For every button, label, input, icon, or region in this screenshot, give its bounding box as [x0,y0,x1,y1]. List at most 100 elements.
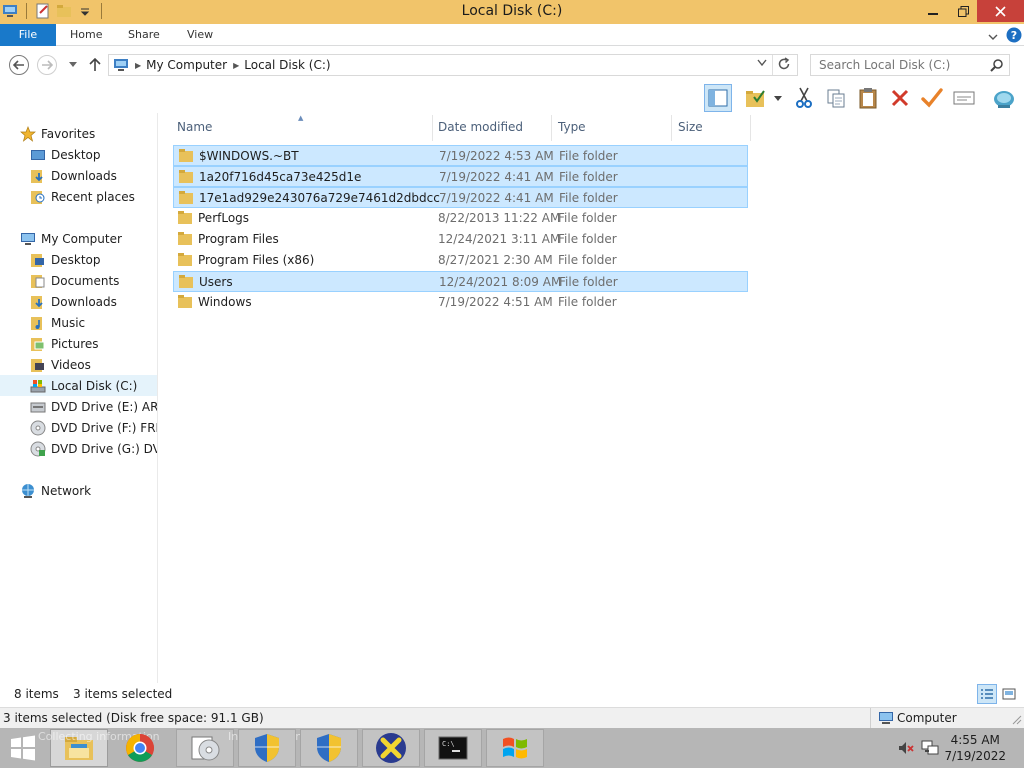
column-divider[interactable] [750,115,751,141]
start-button[interactable] [0,729,46,767]
local-disk-icon [30,378,46,394]
column-header-date-modified[interactable]: Date modified [438,120,523,134]
nav-network[interactable]: Network [0,480,158,501]
expand-ribbon-icon[interactable] [988,30,998,44]
nav-computer-documents[interactable]: Documents [0,270,158,291]
nav-label: DVD Drive (E:) ARMF [51,399,158,414]
nav-my-computer[interactable]: My Computer [0,228,158,249]
address-dropdown-icon[interactable] [757,59,767,69]
network-share-button[interactable] [990,84,1018,112]
nav-computer-downloads[interactable]: Downloads [0,291,158,312]
forward-button[interactable] [37,55,57,75]
nav-computer-dvd-f[interactable]: DVD Drive (F:) FRMC [0,417,158,438]
taskbar-uac-2[interactable] [300,729,358,767]
help-icon[interactable]: ? [1006,27,1022,46]
file-row-windows-bt[interactable]: $WINDOWS.~BT 7/19/2022 4:53 AM File fold… [173,145,748,166]
breadcrumb-my-computer[interactable]: My Computer [146,58,227,72]
nav-computer-dvd-g[interactable]: DVD Drive (G:) DVD_ [0,438,158,459]
tab-file[interactable]: File [0,24,56,46]
chrome-icon [126,734,154,762]
tab-share[interactable]: Share [128,24,160,46]
preview-pane-button[interactable] [704,84,732,112]
maximize-button[interactable] [948,0,978,22]
paste-button[interactable] [854,84,882,112]
shield-icon [317,734,341,762]
column-header-type[interactable]: Type [558,120,586,134]
file-date: 8/27/2021 2:30 AM [438,253,553,267]
breadcrumb-local-disk[interactable]: Local Disk (C:) [244,58,330,72]
file-row-1a20f716[interactable]: 1a20f716d45ca73e425d1e 7/19/2022 4:41 AM… [173,166,748,187]
minimize-button[interactable] [918,0,948,22]
nav-computer-pictures[interactable]: Pictures [0,333,158,354]
delete-button[interactable] [886,84,914,112]
search-input[interactable] [811,55,981,75]
nav-computer-local-disk[interactable]: Local Disk (C:) [0,375,158,396]
nav-label: Desktop [51,252,101,267]
nav-computer-music[interactable]: Music [0,312,158,333]
column-divider[interactable] [432,115,433,141]
file-row-perflogs[interactable]: PerfLogs 8/22/2013 11:22 AM File folder [173,208,748,229]
network-status-icon[interactable] [921,740,939,759]
folder-icon [178,253,192,269]
nav-computer-dvd-e[interactable]: DVD Drive (E:) ARMF [0,396,158,417]
file-row-windows[interactable]: Windows 7/19/2022 4:51 AM File folder [173,292,748,313]
column-header-name[interactable]: Name [177,120,212,134]
breadcrumb-separator-icon[interactable]: ▶ [233,61,239,70]
resize-grip-icon[interactable] [1012,714,1022,728]
search-box[interactable] [810,54,1010,76]
tab-view[interactable]: View [187,24,213,46]
cut-button[interactable] [790,84,818,112]
back-button[interactable] [9,55,29,75]
file-name: 1a20f716d45ca73e425d1e [199,170,362,184]
nav-favorites-recent-places[interactable]: Recent places [0,186,158,207]
pictures-folder-icon [30,336,46,352]
rename-button[interactable] [918,84,946,112]
pane-divider[interactable] [157,113,158,683]
taskbar-uac-1[interactable] [238,729,296,767]
tab-home[interactable]: Home [70,24,102,46]
nav-label: Videos [51,357,91,372]
folder-options-dropdown[interactable] [770,84,786,112]
nav-computer-desktop[interactable]: Desktop [0,249,158,270]
taskbar-file-explorer[interactable] [50,729,108,767]
column-divider[interactable] [551,115,552,141]
nav-favorites[interactable]: Favorites [0,123,158,144]
taskbar-x-app[interactable] [362,729,420,767]
properties-button[interactable] [950,84,978,112]
command-toolbar [0,83,1024,113]
nav-label: Favorites [41,126,96,141]
restore-icon [957,5,969,17]
close-button[interactable] [977,0,1024,22]
nav-computer-videos[interactable]: Videos [0,354,158,375]
column-header-size[interactable]: Size [678,120,703,134]
search-icon[interactable] [990,58,1004,75]
volume-muted-icon[interactable] [898,740,914,759]
file-type: File folder [558,295,617,309]
file-date: 7/19/2022 4:41 AM [439,191,554,205]
file-row-17e1ad92[interactable]: 17e1ad929e243076a729e7461d2dbdcc 7/19/20… [173,187,748,208]
large-icons-view-button[interactable] [999,684,1019,704]
taskbar-command-prompt[interactable]: C:\ [424,729,482,767]
file-row-users[interactable]: Users 12/24/2021 8:09 AM File folder [173,271,748,292]
recent-locations-button[interactable] [63,55,83,75]
taskbar-chrome[interactable] [111,729,169,767]
nav-favorites-downloads[interactable]: Downloads [0,165,158,186]
details-view-button[interactable] [977,684,997,704]
svg-text:C:\: C:\ [442,740,455,748]
taskbar-windows-setup[interactable] [486,729,544,767]
taskbar-setup[interactable] [176,729,234,767]
address-bar[interactable]: ▶ My Computer ▶ Local Disk (C:) [108,54,798,76]
folder-icon [179,275,193,291]
breadcrumb-separator-icon[interactable]: ▶ [135,61,141,70]
file-row-program-files[interactable]: Program Files 12/24/2021 3:11 AM File fo… [173,229,748,250]
nav-label: DVD Drive (F:) FRMC [51,420,158,435]
title-bar: Local Disk (C:) [0,0,1024,24]
nav-favorites-desktop[interactable]: Desktop [0,144,158,165]
column-divider[interactable] [671,115,672,141]
refresh-icon[interactable] [777,57,791,74]
file-row-program-files-x86[interactable]: Program Files (x86) 8/27/2021 2:30 AM Fi… [173,250,748,271]
up-button[interactable] [85,55,105,75]
folder-options-button[interactable] [742,84,770,112]
copy-button[interactable] [822,84,850,112]
system-clock[interactable]: 4:55 AM 7/19/2022 [944,732,1006,764]
